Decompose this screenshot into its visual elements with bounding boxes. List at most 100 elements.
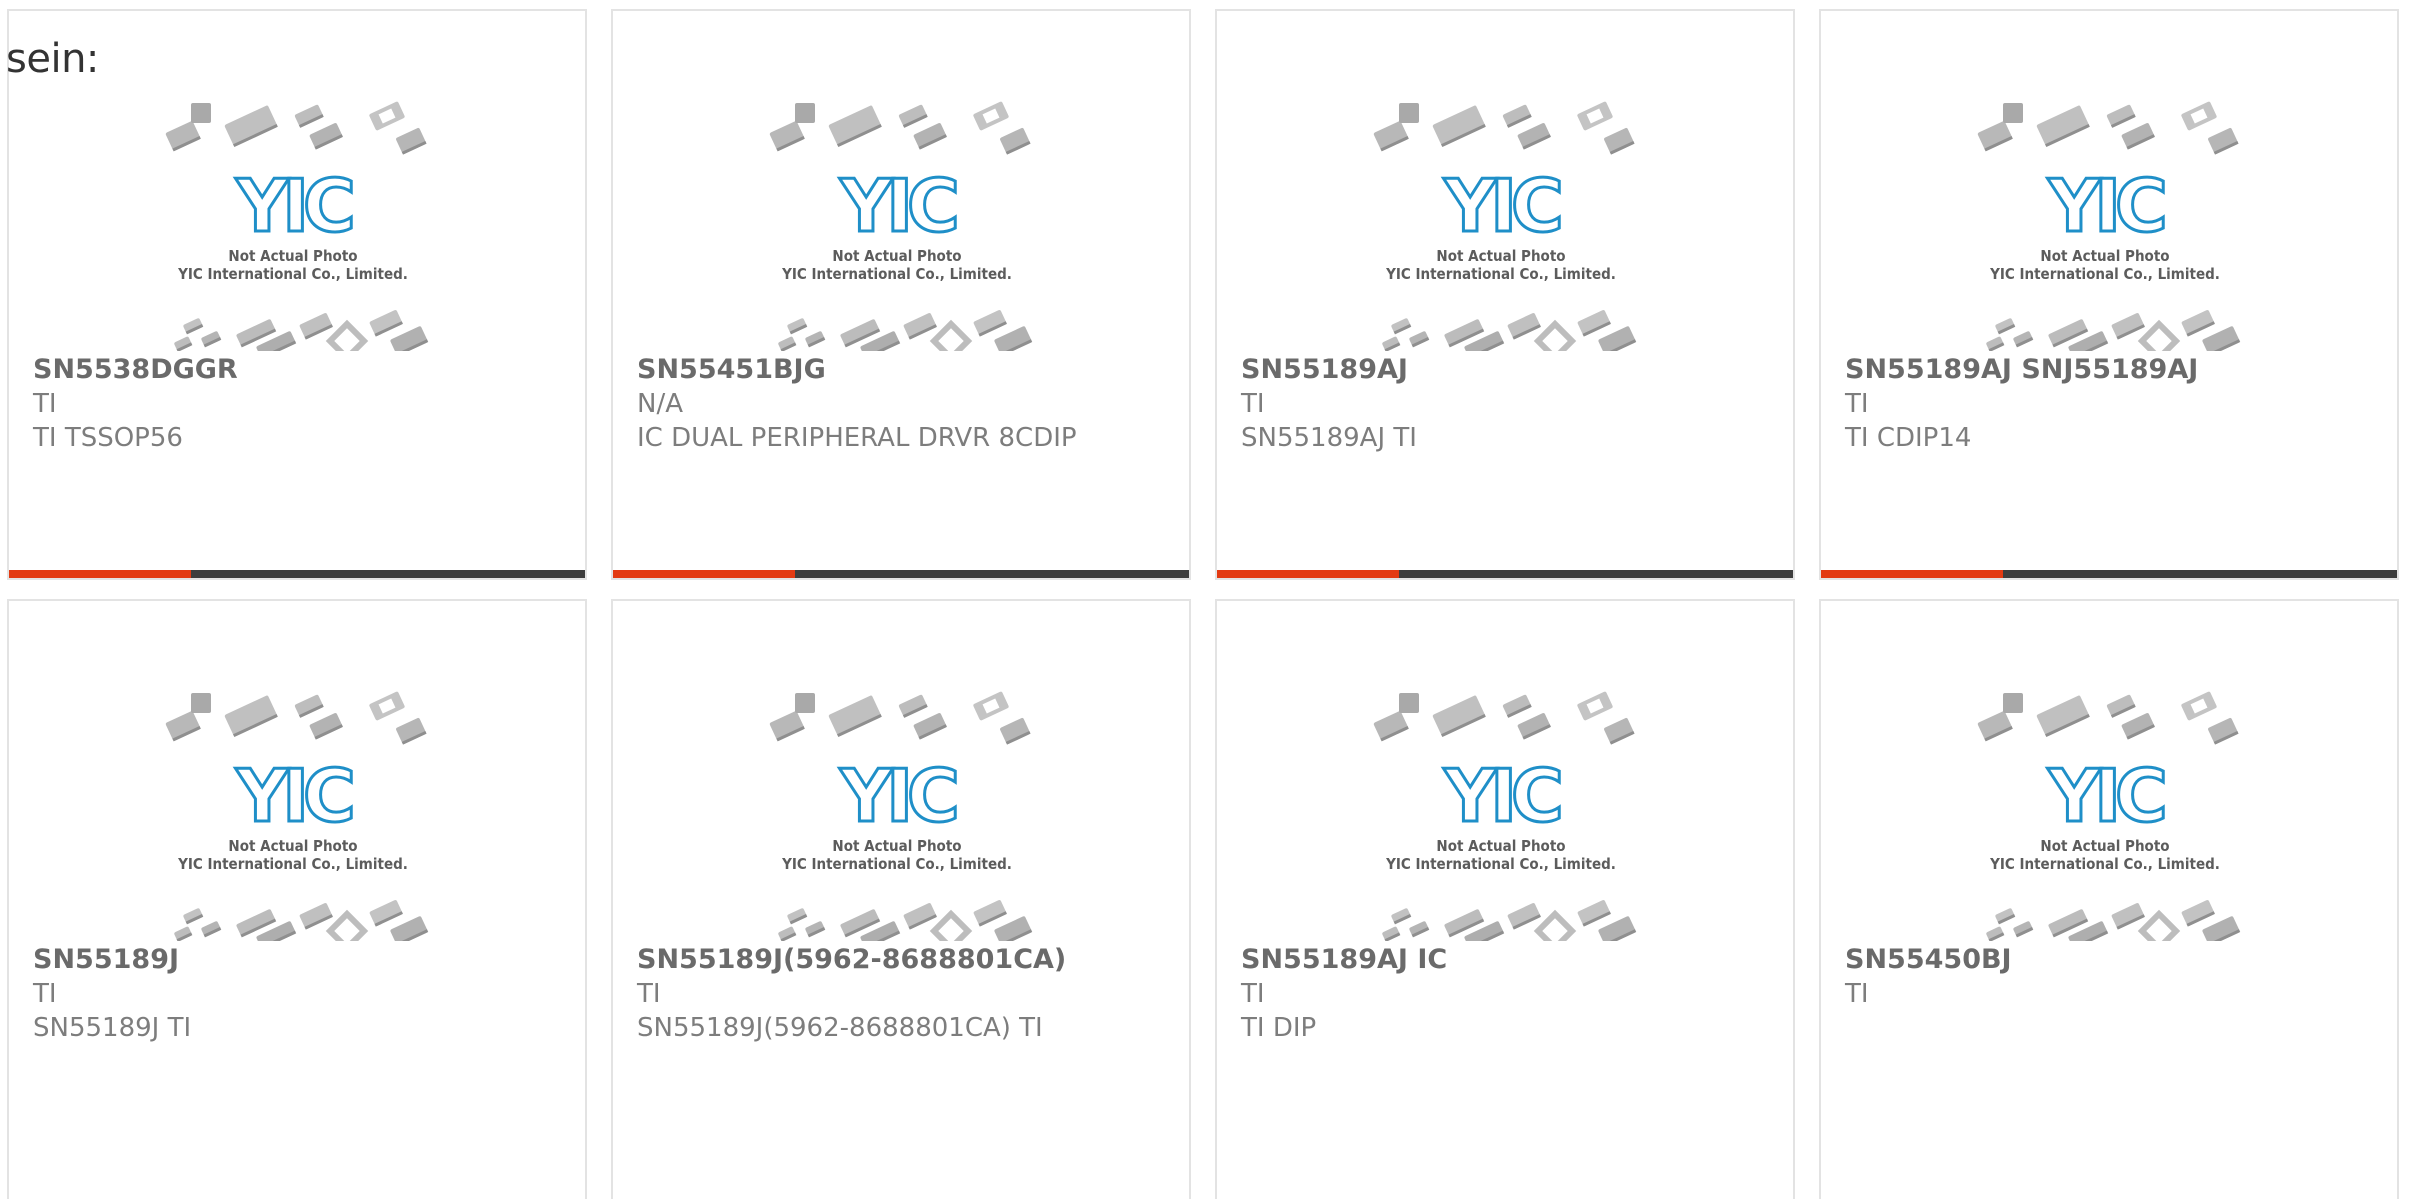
description: IC DUAL PERIPHERAL DRVR 8CDIP — [637, 423, 1077, 453]
chip-graphic — [1373, 121, 1409, 152]
product-image[interactable]: YIC Not Actual Photo YIC International Co… — [1973, 101, 2251, 351]
chip-graphic — [2137, 319, 2181, 351]
product-card[interactable]: YIC Not Actual Photo YIC International Co… — [1215, 9, 1795, 580]
chip-graphic — [2013, 331, 2034, 348]
product-image[interactable]: YIC Not Actual Photo YIC International Co… — [161, 691, 439, 941]
chip-graphic — [396, 128, 427, 155]
not-actual-photo-text: Not Actual Photo — [1436, 247, 1565, 265]
chip-graphic — [2121, 123, 2155, 150]
chip-graphic — [973, 900, 1007, 927]
product-image[interactable]: YIC Not Actual Photo YIC International Co… — [765, 691, 1043, 941]
chip-graphic — [1986, 336, 2005, 351]
chip-graphic — [973, 310, 1007, 337]
chip-graphic — [787, 908, 808, 925]
manufacturer: TI — [1845, 979, 1869, 1009]
product-image[interactable]: YIC Not Actual Photo YIC International Co… — [765, 101, 1043, 351]
product-card[interactable]: YIC Not Actual Photo YIC International Co… — [7, 599, 587, 1199]
manufacturer: TI — [1241, 389, 1265, 419]
product-card[interactable]: YIC Not Actual Photo YIC International Co… — [1819, 599, 2399, 1199]
chip-graphic — [1382, 926, 1401, 941]
chip-graphic — [1432, 695, 1486, 738]
company-name-text: YIC International Co., Limited. — [781, 265, 1012, 283]
chip-graphic — [1577, 900, 1611, 927]
chip-graphic — [805, 921, 826, 938]
chip-graphic — [929, 319, 973, 351]
product-grid: YIC Not Actual Photo YIC International Co… — [0, 0, 2410, 1199]
part-number[interactable]: SN55450BJ — [1845, 943, 2381, 977]
chip-graphic — [2181, 101, 2217, 131]
chip-graphic — [369, 101, 405, 131]
product-image[interactable]: YIC Not Actual Photo YIC International Co… — [1369, 101, 1647, 351]
chip-graphic — [369, 310, 403, 337]
part-number[interactable]: SN55189J(5962-8688801CA) — [637, 943, 1173, 977]
part-number[interactable]: SN55451BJG — [637, 353, 1173, 387]
chip-graphic — [828, 105, 882, 148]
chip-graphic — [390, 916, 428, 941]
chip-graphic — [778, 336, 797, 351]
yic-logo: YIC — [1443, 754, 1560, 838]
part-number[interactable]: SN55189AJ SNJ55189AJ — [1845, 353, 2381, 387]
chip-graphic — [778, 926, 797, 941]
chip-graphic — [369, 900, 403, 927]
product-card[interactable]: YIC Not Actual Photo YIC International Co… — [611, 9, 1191, 580]
chip-graphic — [973, 691, 1009, 721]
chip-graphic — [369, 691, 405, 721]
part-number[interactable]: SN55189AJ IC — [1241, 943, 1777, 977]
chip-graphic — [1533, 319, 1577, 351]
company-name-text: YIC International Co., Limited. — [1989, 855, 2220, 873]
product-image[interactable]: YIC Not Actual Photo YIC International Co… — [161, 101, 439, 351]
chip-graphic — [2036, 105, 2090, 147]
part-number[interactable]: SN55189AJ — [1241, 353, 1777, 387]
chip-graphic — [2036, 695, 2090, 738]
chip-graphic — [299, 903, 333, 930]
chip-graphic — [1432, 105, 1486, 147]
chip-graphic — [1507, 903, 1541, 930]
chip-graphic — [2202, 326, 2241, 351]
product-image[interactable]: YIC Not Actual Photo YIC International Co… — [1369, 691, 1647, 941]
part-number[interactable]: SN55189J — [33, 943, 569, 977]
chip-graphic — [795, 693, 815, 713]
description: SN55189J TI — [33, 1013, 192, 1043]
chip-graphic — [769, 711, 805, 742]
chip-graphic — [2208, 718, 2239, 745]
chip-graphic — [1432, 695, 1486, 737]
chip-graphic — [294, 104, 324, 128]
chip-graphic — [1391, 908, 1412, 925]
description: TI DIP — [1241, 1013, 1317, 1043]
chip-graphic — [2202, 916, 2240, 941]
chip-graphic — [2208, 128, 2239, 155]
chip-graphic — [787, 318, 808, 335]
chip-graphic — [224, 695, 278, 737]
chip-graphic — [1409, 921, 1430, 938]
chip-graphic — [2202, 326, 2240, 351]
company-name-text: YIC International Co., Limited. — [177, 855, 408, 873]
chip-graphic — [390, 326, 428, 351]
description: TI TSSOP56 — [33, 423, 183, 453]
chip-graphic — [1399, 693, 1419, 713]
yic-logo: YIC — [839, 164, 956, 248]
chip-graphic — [1000, 128, 1031, 155]
chip-graphic — [396, 718, 427, 745]
product-card[interactable]: YIC Not Actual Photo YIC International Co… — [611, 599, 1191, 1199]
card-bottom-bar — [613, 570, 1189, 578]
chip-graphic — [1577, 691, 1613, 721]
chip-graphic — [224, 105, 278, 148]
chip-graphic — [1409, 331, 1430, 348]
chip-graphic — [299, 313, 333, 340]
product-card[interactable]: YIC Not Actual Photo YIC International Co… — [7, 9, 587, 580]
chip-graphic — [1000, 718, 1031, 745]
yic-logo: YIC — [1443, 164, 1560, 248]
chip-graphic — [224, 695, 278, 738]
chip-graphic — [183, 318, 204, 335]
chip-graphic — [994, 326, 1033, 351]
manufacturer: TI — [33, 389, 57, 419]
chip-graphic — [1995, 318, 2016, 335]
company-name-text: YIC International Co., Limited. — [1385, 855, 1616, 873]
not-actual-photo-text: Not Actual Photo — [832, 837, 961, 855]
product-image[interactable]: YIC Not Actual Photo YIC International Co… — [1973, 691, 2251, 941]
part-number[interactable]: SN5538DGGR — [33, 353, 569, 387]
product-card[interactable]: YIC Not Actual Photo YIC International Co… — [1215, 599, 1795, 1199]
chip-graphic — [805, 331, 826, 348]
product-card[interactable]: YIC Not Actual Photo YIC International Co… — [1819, 9, 2399, 580]
chip-graphic — [2003, 103, 2023, 123]
